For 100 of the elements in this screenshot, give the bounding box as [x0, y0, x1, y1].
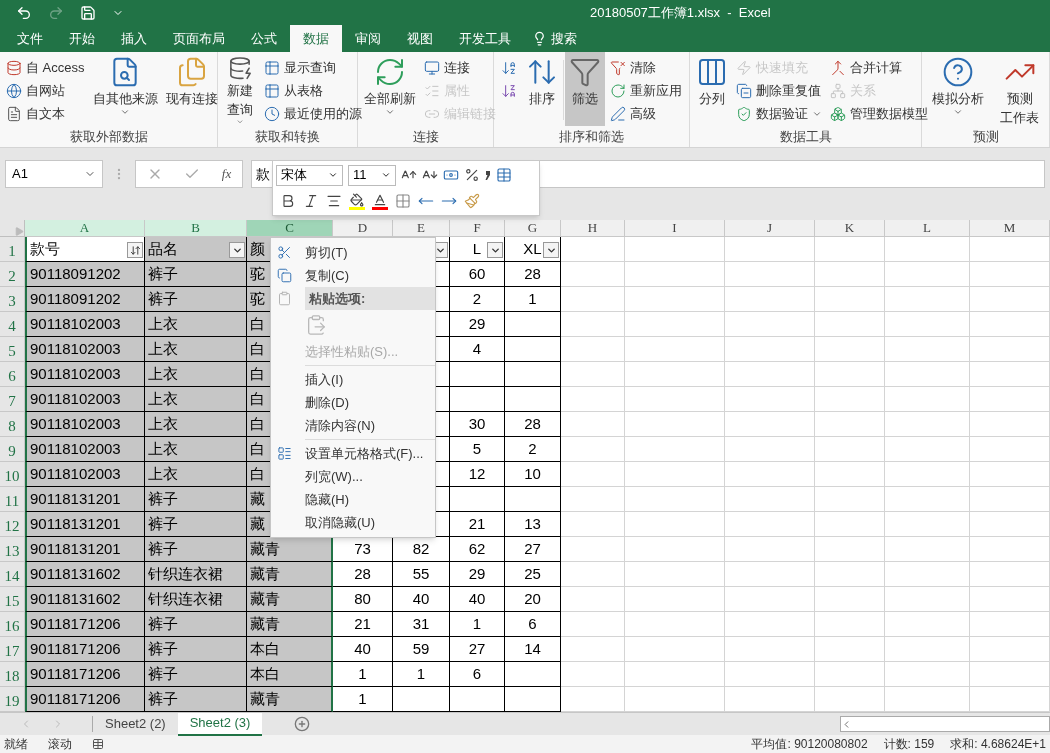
- table-cell: 27: [505, 537, 561, 562]
- ribbon-button[interactable]: 筛选: [565, 52, 606, 126]
- table-cell: 14: [505, 637, 561, 662]
- table-cell: 90118131602: [25, 587, 145, 612]
- font-dropdown[interactable]: 宋体: [276, 164, 343, 186]
- ribbon-tab[interactable]: 开始: [56, 25, 108, 52]
- bold-icon[interactable]: [280, 193, 296, 209]
- add-sheet-icon[interactable]: [294, 716, 311, 732]
- column-header[interactable]: K: [815, 220, 885, 237]
- undo-icon[interactable]: [16, 4, 32, 21]
- ribbon-tab[interactable]: 页面布局: [160, 25, 238, 52]
- ribbon-button[interactable]: 分列: [692, 52, 732, 126]
- row-header[interactable]: 4: [0, 312, 25, 337]
- column-header[interactable]: G: [505, 220, 561, 237]
- font-size-dropdown[interactable]: 11: [348, 164, 396, 186]
- column-header[interactable]: M: [970, 220, 1050, 237]
- filter-button[interactable]: [127, 242, 143, 258]
- column-title: XL: [523, 238, 542, 259]
- table-cell: 10: [505, 462, 561, 487]
- table-cell: 藏青: [247, 537, 333, 562]
- ribbon-tab[interactable]: 审阅: [342, 25, 394, 52]
- table-cell: 28: [333, 562, 393, 587]
- table-format-icon[interactable]: [496, 167, 512, 183]
- row-header[interactable]: 15: [0, 587, 25, 612]
- font-color-button[interactable]: [372, 192, 388, 210]
- insert-function-button[interactable]: fx: [221, 164, 232, 184]
- table-cell: 裤子: [145, 487, 247, 512]
- filter-button[interactable]: [487, 242, 503, 258]
- format-painter-icon[interactable]: [464, 193, 480, 209]
- ribbon-button[interactable]: 排序: [521, 52, 562, 126]
- row-header[interactable]: 16: [0, 612, 25, 637]
- sort-descending-icon: [500, 82, 517, 99]
- filter-button[interactable]: [229, 242, 245, 258]
- table-cell: 上衣: [145, 337, 247, 362]
- column-header[interactable]: L: [885, 220, 970, 237]
- ribbon-tab[interactable]: 数据: [290, 25, 342, 52]
- row-header[interactable]: 3: [0, 287, 25, 312]
- ribbon-button[interactable]: 高级: [606, 102, 687, 125]
- row-header[interactable]: 12: [0, 512, 25, 537]
- horizontal-scrollbar[interactable]: [840, 716, 1050, 732]
- row-header[interactable]: 9: [0, 437, 25, 462]
- row-header[interactable]: 5: [0, 337, 25, 362]
- row-header[interactable]: 2: [0, 262, 25, 287]
- column-header[interactable]: I: [625, 220, 725, 237]
- ribbon-tab[interactable]: 文件: [4, 25, 56, 52]
- clipboard-icon: [277, 291, 292, 306]
- column-header[interactable]: F: [450, 220, 505, 237]
- borders-icon[interactable]: [395, 193, 411, 209]
- percent-icon[interactable]: [464, 167, 480, 183]
- ribbon-button[interactable]: 自网站: [2, 79, 89, 102]
- currency-icon[interactable]: [443, 167, 459, 183]
- row-header[interactable]: 13: [0, 537, 25, 562]
- ribbon-button[interactable]: 自其他来源: [88, 52, 162, 126]
- column-header[interactable]: D: [333, 220, 393, 237]
- ribbon-button[interactable]: 自文本: [2, 102, 89, 125]
- group-label: 获取外部数据: [68, 129, 149, 147]
- ribbon-tab[interactable]: 开发工具: [446, 25, 524, 52]
- ribbon-button[interactable]: 重新应用: [606, 79, 687, 102]
- column-header[interactable]: J: [725, 220, 815, 237]
- ribbon-tab[interactable]: 视图: [394, 25, 446, 52]
- row-header[interactable]: 1: [0, 237, 25, 262]
- row-header[interactable]: 7: [0, 387, 25, 412]
- sheet-tab[interactable]: Sheet2 (3): [177, 712, 263, 736]
- ribbon-button[interactable]: 最近使用的源: [260, 102, 366, 125]
- search-button[interactable]: 搜索: [524, 25, 585, 52]
- save-icon[interactable]: [80, 4, 96, 21]
- comma-style-icon[interactable]: [485, 170, 491, 180]
- ribbon-button[interactable]: 现有连接: [161, 52, 222, 126]
- sheet-tab[interactable]: Sheet2 (2): [93, 712, 178, 736]
- ribbon-button[interactable]: 清除: [606, 56, 687, 79]
- clear-filter-icon: [610, 59, 627, 76]
- row-header[interactable]: 18: [0, 662, 25, 687]
- ribbon-button[interactable]: 连接: [420, 56, 500, 79]
- row-header[interactable]: 19: [0, 687, 25, 712]
- row-header[interactable]: 11: [0, 487, 25, 512]
- ribbon-button[interactable]: 自 Access: [2, 56, 89, 79]
- fill-color-button[interactable]: [349, 192, 365, 210]
- ribbon-button[interactable]: 数据验证: [732, 102, 826, 125]
- filter-button[interactable]: [543, 242, 559, 258]
- name-box[interactable]: A1: [5, 160, 103, 188]
- macro-record-icon[interactable]: [92, 738, 104, 750]
- align-center-icon[interactable]: [326, 193, 342, 209]
- column-header[interactable]: A: [25, 220, 145, 237]
- italic-icon[interactable]: [303, 193, 319, 209]
- table-cell: 29: [450, 562, 505, 587]
- ribbon-button[interactable]: 删除重复值: [732, 79, 826, 102]
- row-header[interactable]: 14: [0, 562, 25, 587]
- column-header[interactable]: E: [393, 220, 450, 237]
- ribbon-button[interactable]: 预测 工作表: [996, 52, 1043, 126]
- row-header[interactable]: 8: [0, 412, 25, 437]
- row-header[interactable]: 17: [0, 637, 25, 662]
- ribbon-button[interactable]: 显示查询: [260, 56, 366, 79]
- column-header[interactable]: B: [145, 220, 247, 237]
- column-header[interactable]: C: [247, 220, 333, 237]
- row-header[interactable]: 6: [0, 362, 25, 387]
- ribbon-tab[interactable]: 插入: [108, 25, 160, 52]
- column-header[interactable]: H: [561, 220, 625, 237]
- ribbon-tab[interactable]: 公式: [238, 25, 290, 52]
- ribbon-button[interactable]: 新建 查询: [220, 52, 260, 126]
- row-header[interactable]: 10: [0, 462, 25, 487]
